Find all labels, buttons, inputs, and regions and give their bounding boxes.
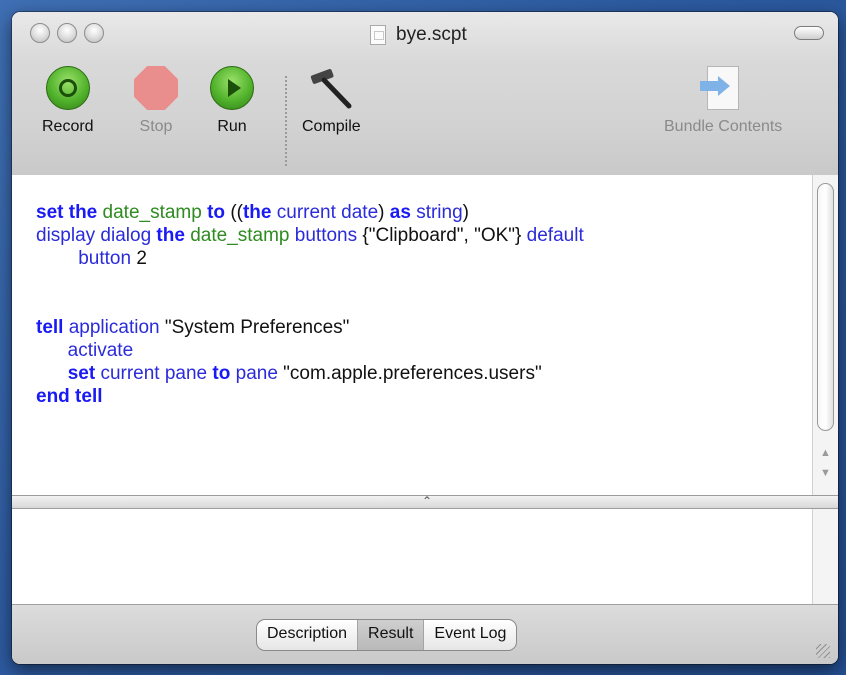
code-token: end tell [36, 386, 103, 407]
hammer-icon [311, 69, 352, 109]
script-editor-window: bye.scpt Record Stop Run Compile Bundle … [12, 12, 838, 664]
code-token: the [242, 202, 272, 223]
code-token: default [526, 225, 584, 246]
code-line[interactable]: tell application "System Preferences" [36, 316, 584, 339]
script-code[interactable]: set the date_stamp to ((the current date… [36, 201, 584, 408]
code-token: set the [36, 202, 98, 223]
code-token: current pane [100, 363, 208, 384]
editor-scroll-thumb[interactable] [817, 183, 834, 431]
code-token: current date [276, 202, 379, 223]
code-token: pane [235, 363, 278, 384]
result-scrollbar[interactable] [812, 509, 838, 604]
compile-label: Compile [302, 118, 361, 135]
bundle-contents-button[interactable]: Bundle Contents [664, 64, 782, 136]
zoom-button[interactable] [84, 23, 104, 43]
bottom-bar: Description Result Event Log [12, 604, 838, 664]
resize-grip-icon[interactable] [816, 644, 830, 658]
scroll-up-icon[interactable]: ▲ [820, 447, 831, 459]
compile-button[interactable]: Compile [302, 64, 361, 136]
code-token: button [36, 248, 132, 269]
stop-icon [134, 66, 178, 110]
run-label: Run [217, 118, 247, 135]
code-token: ) [378, 202, 390, 223]
code-line[interactable]: activate [36, 339, 584, 362]
window-chrome: bye.scpt Record Stop Run Compile Bundle … [12, 12, 838, 176]
code-token: as [389, 202, 411, 223]
code-token: ) [462, 202, 469, 223]
code-token: application [68, 317, 160, 338]
record-icon [45, 66, 90, 110]
editor-scrollbar[interactable]: ▲ ▼ [812, 175, 838, 495]
tab-result[interactable]: Result [358, 620, 425, 650]
code-token: display dialog [36, 225, 152, 246]
toolbar-toggle-button[interactable] [794, 26, 824, 40]
code-token: string [416, 202, 463, 223]
code-token: to [207, 202, 226, 223]
bundle-contents-icon [700, 66, 740, 110]
code-token: tell [36, 317, 64, 338]
result-pane[interactable] [12, 509, 812, 604]
stop-button[interactable]: Stop [132, 64, 180, 136]
window-title: bye.scpt [396, 24, 467, 45]
code-token: date_stamp [190, 225, 290, 246]
code-token: to [212, 363, 231, 384]
pane-splitter[interactable]: ⌃ [12, 494, 838, 509]
code-token: set [67, 363, 96, 384]
code-token: the [156, 225, 185, 246]
record-label: Record [42, 118, 94, 135]
tab-event-log[interactable]: Event Log [424, 620, 516, 650]
script-editor-area[interactable]: set the date_stamp to ((the current date… [12, 175, 812, 495]
toolbar: Record Stop Run Compile Bundle Contents [12, 56, 838, 174]
code-line[interactable]: end tell [36, 385, 584, 408]
close-button[interactable] [30, 23, 50, 43]
code-line[interactable]: set current pane to pane "com.apple.pref… [36, 362, 584, 385]
code-token: date_stamp [102, 202, 202, 223]
record-button[interactable]: Record [42, 64, 94, 136]
title-bar[interactable]: bye.scpt [12, 12, 838, 56]
bottom-tab-control: Description Result Event Log [256, 619, 518, 651]
splitter-handle-icon[interactable]: ⌃ [422, 494, 432, 508]
code-line[interactable] [36, 293, 584, 316]
toolbar-separator [285, 76, 287, 166]
code-token: activate [36, 340, 134, 361]
minimize-button[interactable] [57, 23, 77, 43]
code-token: (( [225, 202, 243, 223]
code-token: buttons [294, 225, 358, 246]
run-button[interactable]: Run [208, 64, 256, 136]
code-token: {"Clipboard", "OK"} [357, 225, 527, 246]
script-document-icon[interactable] [370, 25, 386, 45]
stop-label: Stop [139, 118, 173, 135]
code-token: 2 [131, 248, 147, 269]
bundle-contents-label: Bundle Contents [664, 118, 783, 135]
tab-description[interactable]: Description [257, 620, 359, 650]
code-token: "System Preferences" [159, 317, 350, 338]
code-line[interactable] [36, 270, 584, 293]
code-line[interactable]: button 2 [36, 247, 584, 270]
code-token: "com.apple.preferences.users" [277, 363, 542, 384]
run-icon [210, 66, 254, 110]
code-line[interactable]: set the date_stamp to ((the current date… [36, 201, 584, 224]
window-title-group: bye.scpt [370, 23, 467, 47]
scroll-down-icon[interactable]: ▼ [820, 467, 831, 479]
code-line[interactable]: display dialog the date_stamp buttons {"… [36, 224, 584, 247]
